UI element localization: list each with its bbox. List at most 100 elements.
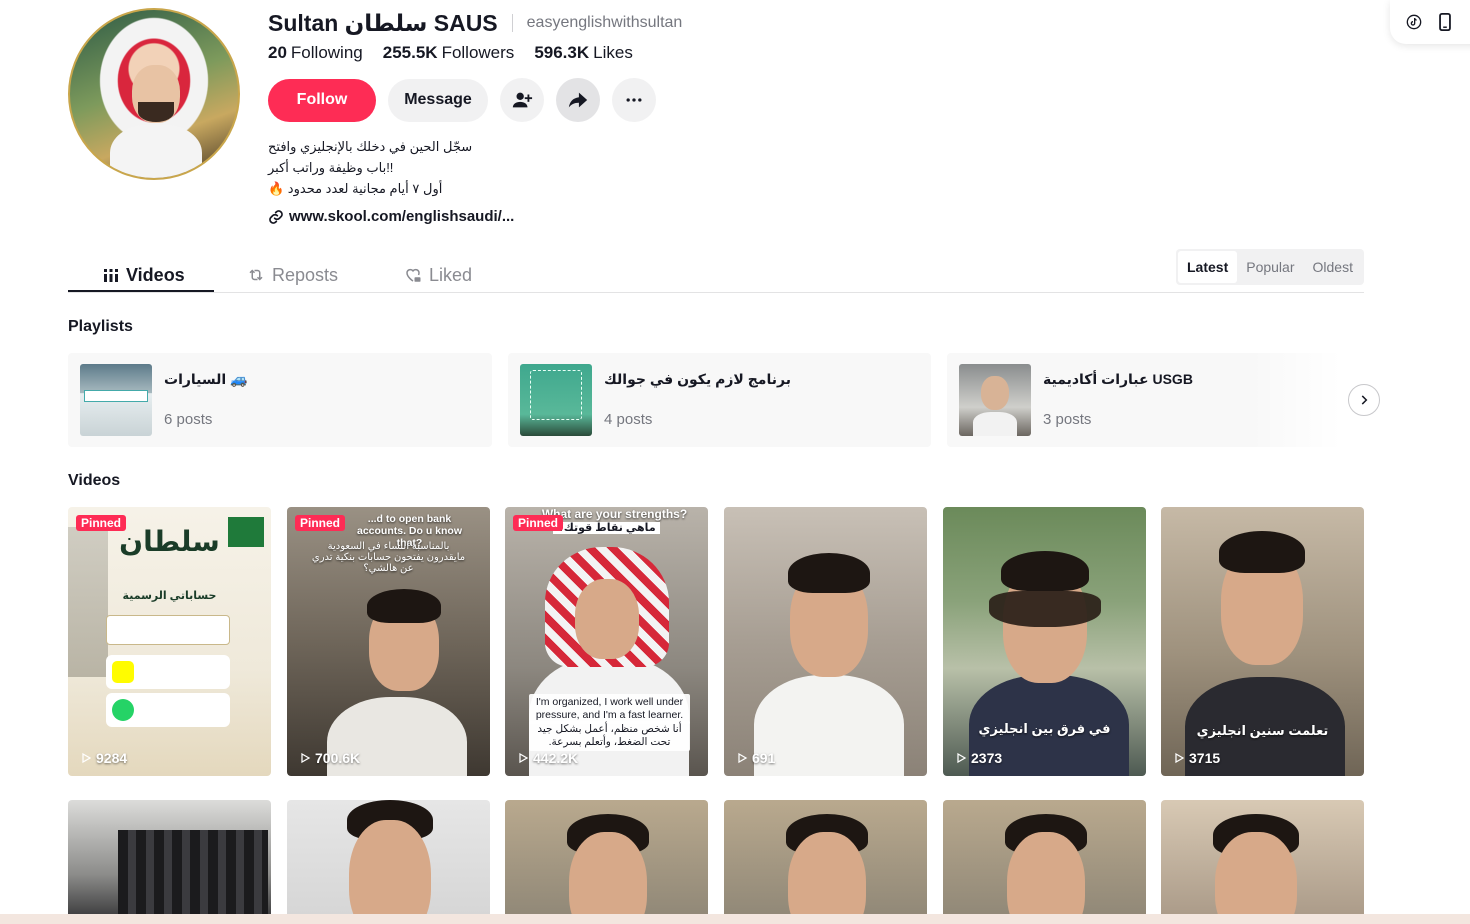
view-count-value: 442.2K [533, 750, 579, 766]
profile-link[interactable]: www.skool.com/englishsaudi/... [268, 208, 514, 225]
video-card[interactable] [68, 800, 271, 924]
profile-bio: سجّل الحين في دخلك بالإنجليزي وافتح !!با… [268, 136, 498, 199]
view-count: 691 [736, 750, 775, 766]
avatar-cloth [110, 125, 202, 178]
playlist-thumbnail [80, 364, 152, 436]
video-card[interactable]: ...d to open bank accounts. Do u know th… [287, 507, 490, 776]
playlist-card[interactable]: برنامج لازم يكون في جوالك 4 posts [508, 353, 931, 447]
likes-label: Likes [593, 43, 633, 62]
more-options-button[interactable] [612, 78, 656, 122]
profile-link-text[interactable]: www.skool.com/englishsaudi/... [289, 208, 514, 225]
person-head [788, 832, 866, 924]
repost-icon [249, 269, 263, 281]
share-icon [568, 92, 588, 108]
person-hair [367, 589, 441, 623]
thumb-face [981, 376, 1009, 410]
playlist-post-count: 3 posts [1043, 411, 1092, 428]
avatar-beard [138, 102, 174, 122]
bio-line: سجّل الحين في دخلك بالإنجليزي وافتح [268, 139, 473, 154]
view-count: 442.2K [517, 750, 578, 766]
video-card[interactable] [724, 800, 927, 924]
person-head [1215, 832, 1297, 924]
profile-avatar[interactable] [68, 8, 240, 180]
ellipsis-icon [626, 98, 642, 102]
video-caption-ar: بالمناسبة النساء في السعودية مايقدرون يف… [311, 541, 466, 574]
sort-toggle: Latest Popular Oldest [1176, 249, 1364, 285]
video-card[interactable]: تعلمت سنين انجليزي 3715 [1161, 507, 1364, 776]
overlay-card [106, 693, 230, 727]
person-hair [1219, 531, 1305, 573]
view-count: 700.6K [299, 750, 360, 766]
thumb-frame [530, 370, 582, 420]
username: easyenglishwithsultan [526, 14, 683, 31]
play-icon [82, 752, 92, 764]
video-subtitle-ar: أنا شخص منظم، أعمل بشكل جيد تحت الضغط، و… [529, 721, 690, 751]
sort-oldest[interactable]: Oldest [1304, 251, 1362, 283]
tab-reposts-label: Reposts [272, 264, 339, 285]
person-head [349, 820, 431, 924]
bio-line: أول ٧ أيام مجانية لعدد محدود 🔥 [268, 181, 443, 196]
followers-count: 255.5K [382, 43, 438, 62]
video-card[interactable] [1161, 800, 1364, 924]
follow-button[interactable]: Follow [268, 78, 376, 122]
following-label: Following [290, 43, 363, 62]
tab-videos-label: Videos [126, 264, 185, 285]
corner-widget [1390, 0, 1470, 44]
video-card[interactable]: سلطان حساباتي الرسمية Pinned 9284 [68, 507, 271, 776]
following-count: 20 [268, 43, 287, 62]
video-caption-ar: تعلمت سنين انجليزي [1196, 723, 1329, 738]
followers-stat[interactable]: 255.5K Followers [383, 43, 515, 63]
tab-liked-label: Liked [429, 264, 473, 285]
view-count-value: 9284 [96, 750, 128, 766]
person-head [1007, 832, 1085, 924]
play-icon [957, 752, 967, 764]
playlist-next-button[interactable] [1348, 384, 1380, 416]
profile-actions: Follow Message [268, 78, 656, 122]
video-card[interactable] [287, 800, 490, 924]
profile-stats: 20 Following 255.5K Followers 596.3K Likes [268, 43, 633, 63]
sort-popular[interactable]: Popular [1237, 251, 1303, 283]
play-icon [738, 752, 748, 764]
video-card[interactable] [943, 800, 1146, 924]
sunglasses [989, 591, 1101, 627]
sort-latest[interactable]: Latest [1178, 251, 1238, 283]
thumb-label [84, 390, 148, 402]
view-count-value: 700.6K [315, 750, 361, 766]
tab-videos[interactable]: Videos [103, 258, 185, 292]
playlist-title: عبارات أكاديمية USGB [1043, 371, 1193, 387]
playlist-post-count: 4 posts [604, 411, 653, 428]
video-card[interactable]: What are your strengths? ماهي نقاط قوتك؟… [505, 507, 708, 776]
video-card[interactable] [505, 800, 708, 924]
message-button[interactable]: Message [388, 78, 488, 122]
video-card[interactable]: 691 [724, 507, 927, 776]
playlist-title: السيارات 🚙 [164, 371, 248, 387]
snapchat-icon [112, 661, 134, 683]
whatsapp-icon [112, 699, 134, 721]
video-overlay-subtitle: حساباتي الرسمية [122, 590, 217, 602]
likes-count: 596.3K [534, 43, 590, 62]
view-count: 2373 [955, 750, 1002, 766]
video-caption-ar-text: ماهي نقاط قوتك؟ [553, 522, 660, 534]
chevron-right-icon [1361, 395, 1368, 405]
following-stat[interactable]: 20 Following [268, 43, 363, 63]
tab-liked[interactable]: Liked [404, 258, 472, 292]
followers-label: Followers [441, 43, 515, 62]
tab-reposts[interactable]: Reposts [247, 258, 338, 292]
link-icon [269, 209, 283, 224]
profile-tabs: Videos Reposts Liked [68, 250, 1364, 293]
share-button[interactable] [556, 78, 600, 122]
car-vent [118, 830, 268, 924]
thumb-body [973, 412, 1017, 436]
playlist-thumbnail [520, 364, 592, 436]
likes-stat: 596.3K Likes [534, 43, 633, 63]
playlist-title: برنامج لازم يكون في جوالك [604, 371, 791, 387]
tiktok-icon[interactable] [1406, 14, 1422, 30]
add-friend-button[interactable] [500, 78, 544, 122]
active-tab-indicator [68, 290, 214, 292]
divider [511, 14, 513, 32]
video-card[interactable]: في فرق بين انجليزي 2373 [943, 507, 1146, 776]
playlist-card[interactable]: السيارات 🚙 6 posts [68, 353, 492, 447]
profile-name-row: Sultan سلطان SAUS easyenglishwithsultan [268, 8, 682, 38]
mobile-icon[interactable] [1438, 13, 1452, 31]
play-icon [301, 752, 311, 764]
